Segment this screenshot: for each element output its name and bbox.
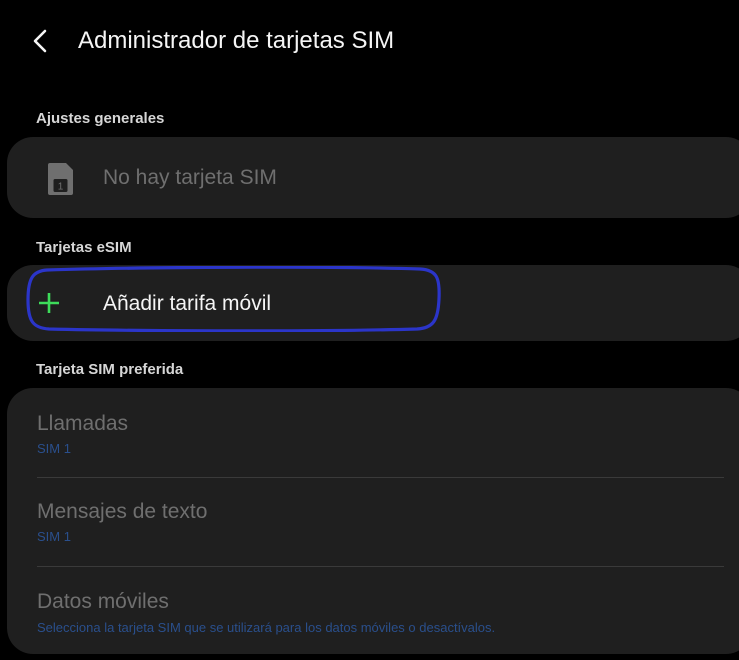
page-title: Administrador de tarjetas SIM	[78, 27, 395, 54]
pref-item-subtitle: SIM 1	[37, 441, 71, 456]
card-esim: Añadir tarifa móvil	[7, 265, 739, 341]
sim-status-row[interactable]: 1 No hay tarjeta SIM	[7, 137, 739, 218]
card-preferred: Llamadas SIM 1 Mensajes de texto SIM 1 D…	[7, 388, 739, 654]
pref-item-title: Llamadas	[37, 412, 129, 435]
sim-card-icon: 1	[45, 162, 75, 196]
pref-item-calls[interactable]: Llamadas SIM 1	[7, 388, 739, 477]
sim-status-text: No hay tarjeta SIM	[103, 166, 277, 189]
chevron-left-icon[interactable]	[28, 26, 54, 56]
pref-item-subtitle: Selecciona la tarjeta SIM que se utiliza…	[37, 620, 496, 635]
section-label-esim: Tarjetas eSIM	[36, 239, 132, 256]
sim-number: 1	[58, 182, 64, 193]
section-label-general: Ajustes generales	[36, 110, 165, 127]
plus-icon	[37, 291, 61, 315]
sim-manager-screen: Administrador de tarjetas SIM Ajustes ge…	[0, 0, 739, 660]
pref-item-subtitle: SIM 1	[37, 529, 71, 544]
add-plan-button[interactable]: Añadir tarifa móvil	[7, 265, 739, 341]
add-plan-label: Añadir tarifa móvil	[103, 292, 272, 315]
pref-item-title: Mensajes de texto	[37, 500, 208, 523]
pref-item-data[interactable]: Datos móviles Selecciona la tarjeta SIM …	[7, 567, 739, 654]
section-label-preferred: Tarjeta SIM preferida	[36, 361, 184, 378]
pref-item-title: Datos móviles	[37, 590, 169, 613]
app-header: Administrador de tarjetas SIM	[0, 0, 739, 82]
pref-item-messages[interactable]: Mensajes de texto SIM 1	[7, 478, 739, 566]
card-general: 1 No hay tarjeta SIM	[7, 137, 739, 218]
